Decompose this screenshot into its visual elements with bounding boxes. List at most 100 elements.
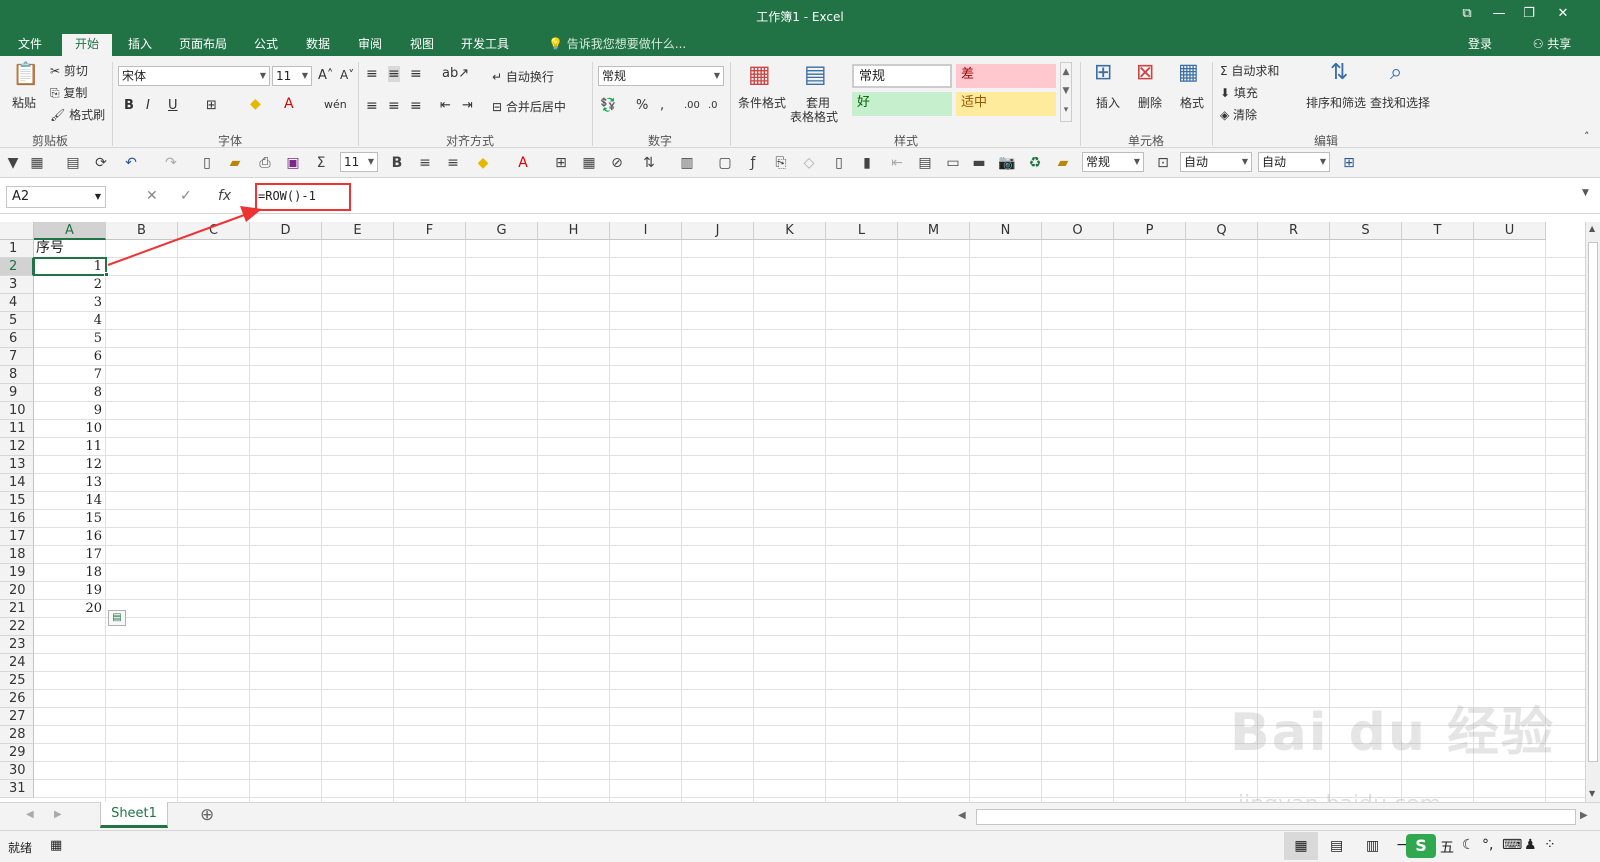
decrease-indent-icon[interactable]: ⇤ xyxy=(440,98,451,113)
column-header-u[interactable]: U xyxy=(1474,222,1546,240)
column-header-r[interactable]: R xyxy=(1258,222,1330,240)
merge-center-button[interactable]: ⊟ 合并后居中 xyxy=(492,98,566,115)
scroll-down-icon[interactable]: ▼ xyxy=(1589,789,1595,798)
ime-sogou-icon[interactable]: S xyxy=(1406,834,1436,858)
share-button[interactable]: ⚇ 共享 xyxy=(1512,32,1592,56)
cell-a7[interactable]: 6 xyxy=(34,348,106,366)
qat-grid-icon[interactable]: ▦ xyxy=(580,155,598,171)
ribbon-display-icon[interactable]: ⧉ xyxy=(1452,4,1482,24)
row-header-28[interactable]: 28 xyxy=(0,726,34,744)
qat-col-icon[interactable]: ▯ xyxy=(830,155,848,171)
column-header-d[interactable]: D xyxy=(250,222,322,240)
row-header-10[interactable]: 10 xyxy=(0,402,34,420)
cell-a6[interactable]: 5 xyxy=(34,330,106,348)
delete-cells-button[interactable]: 删除 xyxy=(1138,94,1162,111)
column-header-k[interactable]: K xyxy=(754,222,826,240)
currency-icon[interactable]: 💱 xyxy=(600,98,616,113)
qat-style-icon[interactable]: ⊡ xyxy=(1154,155,1172,171)
format-cells-icon[interactable]: ▦ xyxy=(1178,60,1199,85)
hscroll-left-icon[interactable]: ◀ xyxy=(958,810,966,821)
font-size-select[interactable]: 11 ▼ xyxy=(272,66,312,86)
column-header-q[interactable]: Q xyxy=(1186,222,1258,240)
row-header-19[interactable]: 19 xyxy=(0,564,34,582)
row-header-8[interactable]: 8 xyxy=(0,366,34,384)
tab-home[interactable]: 开始 xyxy=(62,32,112,56)
open-icon[interactable]: ▰ xyxy=(226,155,244,171)
row-header-9[interactable]: 9 xyxy=(0,384,34,402)
row-header-30[interactable]: 30 xyxy=(0,762,34,780)
decrease-decimal-icon[interactable]: .0 xyxy=(708,100,718,111)
row-header-31[interactable]: 31 xyxy=(0,780,34,798)
column-header-h[interactable]: H xyxy=(538,222,610,240)
cell-a11[interactable]: 10 xyxy=(34,420,106,438)
qat-format-select[interactable]: 常规 ▼ xyxy=(1082,152,1144,172)
hscroll-right-icon[interactable]: ▶ xyxy=(1580,810,1588,821)
shrink-font-icon[interactable]: A˅ xyxy=(340,68,354,82)
camera-icon[interactable]: 📷 xyxy=(998,155,1016,171)
format-cells-button[interactable]: 格式 xyxy=(1180,94,1204,111)
form-icon[interactable]: ▦ xyxy=(28,155,46,171)
increase-indent-icon[interactable]: ⇥ xyxy=(462,98,473,113)
cell-a12[interactable]: 11 xyxy=(34,438,106,456)
column-header-e[interactable]: E xyxy=(322,222,394,240)
enter-icon[interactable]: ✓ xyxy=(180,188,192,204)
qat-sort-icon[interactable]: ⇅ xyxy=(640,155,658,171)
tab-page-layout[interactable]: 页面布局 xyxy=(170,32,236,56)
macro-record-icon[interactable]: ▦ xyxy=(50,838,62,853)
comma-icon[interactable]: , xyxy=(660,98,664,113)
cell-a3[interactable]: 2 xyxy=(34,276,106,294)
cell-a9[interactable]: 8 xyxy=(34,384,106,402)
next-sheet-icon[interactable]: ▶ xyxy=(54,809,62,820)
cell-a13[interactable]: 12 xyxy=(34,456,106,474)
font-name-select[interactable]: 宋体 ▼ xyxy=(118,66,270,86)
format-painter-button[interactable]: 🖌 格式刷 xyxy=(50,106,105,123)
row-header-17[interactable]: 17 xyxy=(0,528,34,546)
style-bad[interactable]: 差 xyxy=(956,64,1056,88)
row-header-15[interactable]: 15 xyxy=(0,492,34,510)
find-select-icon[interactable]: ⌕ xyxy=(1390,60,1402,85)
copy-button[interactable]: ⎘ 复制 xyxy=(50,84,87,101)
tab-insert[interactable]: 插入 xyxy=(118,32,162,56)
qat-fill-icon[interactable]: ◆ xyxy=(474,155,492,171)
formula-input[interactable]: =ROW()-1 xyxy=(248,186,1588,208)
cell-a20[interactable]: 19 xyxy=(34,582,106,600)
select-all-corner[interactable] xyxy=(0,222,34,240)
cell-a10[interactable]: 9 xyxy=(34,402,106,420)
column-header-p[interactable]: P xyxy=(1114,222,1186,240)
align-left-icon[interactable]: ≡ xyxy=(366,98,378,114)
row-header-4[interactable]: 4 xyxy=(0,294,34,312)
tell-me-input[interactable]: 💡 告诉我您想要做什么... xyxy=(548,32,686,56)
cut-button[interactable]: ✂ 剪切 xyxy=(50,62,88,79)
qat-monitor-icon[interactable]: ▬ xyxy=(970,155,988,171)
save-icon[interactable]: ▣ xyxy=(284,155,302,171)
name-box[interactable]: A2 ▼ xyxy=(6,186,106,208)
row-header-14[interactable]: 14 xyxy=(0,474,34,492)
cell-a14[interactable]: 13 xyxy=(34,474,106,492)
login-link[interactable]: 登录 xyxy=(1460,32,1500,56)
wrap-text-button[interactable]: ↵ 自动换行 xyxy=(492,68,554,85)
qat-arrow-icon[interactable]: ⇤ xyxy=(888,155,906,171)
insert-function-icon[interactable]: fx xyxy=(218,188,231,204)
row-header-20[interactable]: 20 xyxy=(0,582,34,600)
style-good[interactable]: 好 xyxy=(852,92,952,116)
minimize-button[interactable]: — xyxy=(1484,4,1514,24)
qat-border-icon[interactable]: ⊞ xyxy=(552,155,570,171)
column-header-l[interactable]: L xyxy=(826,222,898,240)
delete-cells-icon[interactable]: ⊠ xyxy=(1136,60,1154,85)
increase-decimal-icon[interactable]: .00 xyxy=(684,100,700,111)
cell-a18[interactable]: 17 xyxy=(34,546,106,564)
column-header-j[interactable]: J xyxy=(682,222,754,240)
qat-font-size[interactable]: 11 ▼ xyxy=(340,152,378,172)
percent-icon[interactable]: % xyxy=(636,98,648,113)
row-header-25[interactable]: 25 xyxy=(0,672,34,690)
row-header-27[interactable]: 27 xyxy=(0,708,34,726)
bold-icon[interactable]: B xyxy=(124,98,134,113)
row-header-5[interactable]: 5 xyxy=(0,312,34,330)
row-header-1[interactable]: 1 xyxy=(0,240,34,258)
row-header-29[interactable]: 29 xyxy=(0,744,34,762)
horizontal-scrollbar[interactable] xyxy=(976,809,1576,825)
sum-icon[interactable]: Σ xyxy=(312,155,330,171)
autosum-button[interactable]: Σ 自动求和 xyxy=(1220,62,1279,79)
row-header-11[interactable]: 11 xyxy=(0,420,34,438)
add-sheet-icon[interactable]: ⊕ xyxy=(200,805,214,825)
